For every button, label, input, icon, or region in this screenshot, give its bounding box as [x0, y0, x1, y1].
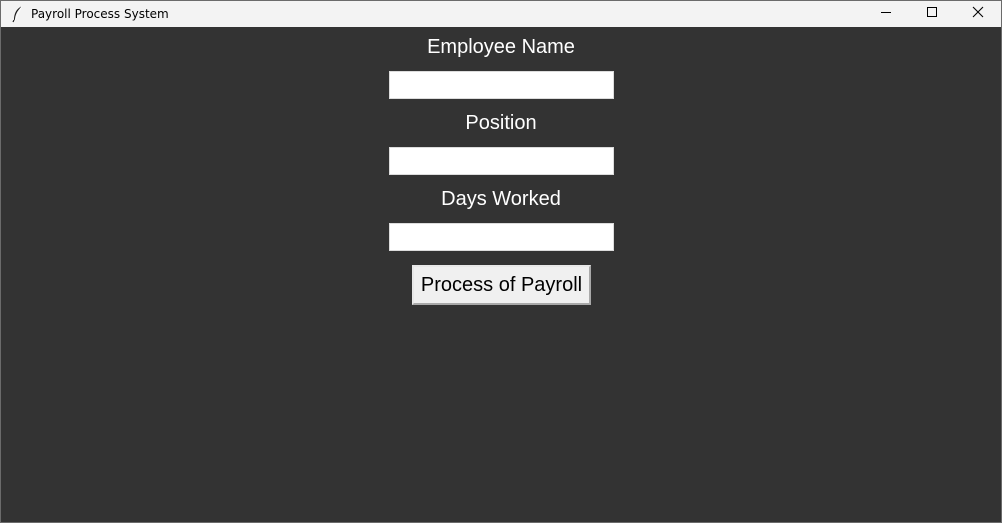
position-label: Position	[465, 112, 537, 134]
minimize-button[interactable]	[863, 1, 909, 27]
payroll-form: Employee Name Position Days Worked Proce…	[1, 27, 1001, 522]
app-window: Payroll Process System Employee Name Pos…	[0, 0, 1002, 523]
minimize-icon	[880, 5, 892, 23]
position-field[interactable]	[389, 147, 614, 175]
employee-name-label: Employee Name	[427, 36, 575, 58]
close-button[interactable]	[955, 1, 1001, 27]
maximize-icon	[926, 5, 938, 23]
maximize-button[interactable]	[909, 1, 955, 27]
days-worked-label: Days Worked	[441, 188, 561, 210]
feather-icon	[10, 5, 26, 23]
process-payroll-button[interactable]: Process of Payroll	[412, 265, 591, 305]
title-bar[interactable]: Payroll Process System	[1, 1, 1001, 27]
window-title: Payroll Process System	[31, 7, 169, 21]
employee-name-field[interactable]	[389, 71, 614, 99]
days-worked-field[interactable]	[389, 223, 614, 251]
close-icon	[972, 5, 984, 23]
